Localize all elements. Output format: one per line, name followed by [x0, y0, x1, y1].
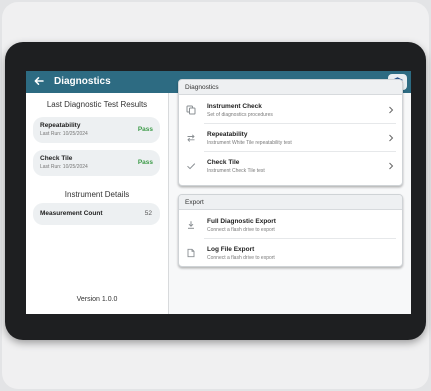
- menu-item-instrument-check[interactable]: Instrument Check Set of diagnostics proc…: [179, 96, 402, 124]
- group-title: Export: [185, 199, 204, 206]
- result-status-badge: Pass: [137, 159, 153, 166]
- left-panel: Last Diagnostic Test Results Repeatabili…: [26, 93, 168, 314]
- menu-item-full-diagnostic-export[interactable]: Full Diagnostic Export Connect a flash d…: [179, 211, 402, 239]
- menu-item-title: Log File Export: [207, 246, 255, 253]
- result-name: Repeatability: [40, 122, 81, 129]
- diagnostics-group-header: Diagnostics: [179, 80, 402, 95]
- copy-icon: [186, 105, 196, 115]
- menu-item-subtitle: Set of diagnostics procedures: [207, 112, 273, 118]
- detail-value: 52: [144, 210, 152, 217]
- result-card-check-tile[interactable]: Check Tile Last Run: 10/25/2024 Pass: [33, 150, 160, 176]
- menu-item-log-file-export[interactable]: Log File Export Connect a flash drive to…: [179, 239, 402, 267]
- download-icon: [186, 220, 196, 230]
- repeat-arrows-icon: [186, 133, 196, 143]
- back-arrow-icon[interactable]: [32, 74, 46, 88]
- chevron-right-icon: [388, 162, 394, 170]
- checkmark-icon: [186, 161, 196, 171]
- menu-item-subtitle: Instrument White Tile repeatability test: [207, 140, 292, 146]
- result-status-badge: Pass: [137, 126, 153, 133]
- file-icon: [186, 248, 196, 258]
- diagnostics-group: Diagnostics Instrument Check Set of diag…: [178, 79, 403, 186]
- menu-item-title: Full Diagnostic Export: [207, 218, 276, 225]
- menu-item-subtitle: Instrument Check Tile test: [207, 168, 265, 174]
- chevron-right-icon: [388, 106, 394, 114]
- export-group-header: Export: [179, 195, 402, 210]
- app-screen: Diagnostics Last Diagnostic Test Results…: [26, 71, 411, 314]
- detail-card-measurement-count: Measurement Count 52: [33, 203, 160, 225]
- result-card-repeatability[interactable]: Repeatability Last Run: 10/25/2024 Pass: [33, 117, 160, 143]
- chevron-right-icon: [388, 134, 394, 142]
- menu-item-title: Instrument Check: [207, 103, 262, 110]
- results-heading: Last Diagnostic Test Results: [46, 100, 148, 109]
- menu-item-title: Check Tile: [207, 159, 240, 166]
- menu-item-repeatability[interactable]: Repeatability Instrument White Tile repe…: [179, 124, 402, 152]
- menu-item-check-tile[interactable]: Check Tile Instrument Check Tile test: [179, 152, 402, 180]
- detail-label: Measurement Count: [40, 210, 103, 217]
- details-heading: Instrument Details: [64, 190, 130, 199]
- version-label: Version 1.0.0: [76, 296, 118, 303]
- export-group: Export Full Diagnostic Export Connect a …: [178, 194, 403, 267]
- page-title: Diagnostics: [54, 76, 111, 87]
- result-last-run: Last Run: 10/25/2024: [40, 131, 88, 137]
- menu-item-subtitle: Connect a flash drive to export: [207, 227, 275, 233]
- result-last-run: Last Run: 10/25/2024: [40, 164, 88, 170]
- result-name: Check Tile: [40, 155, 73, 162]
- menu-item-title: Repeatability: [207, 131, 248, 138]
- group-title: Diagnostics: [185, 84, 219, 91]
- menu-item-subtitle: Connect a flash drive to export: [207, 255, 275, 261]
